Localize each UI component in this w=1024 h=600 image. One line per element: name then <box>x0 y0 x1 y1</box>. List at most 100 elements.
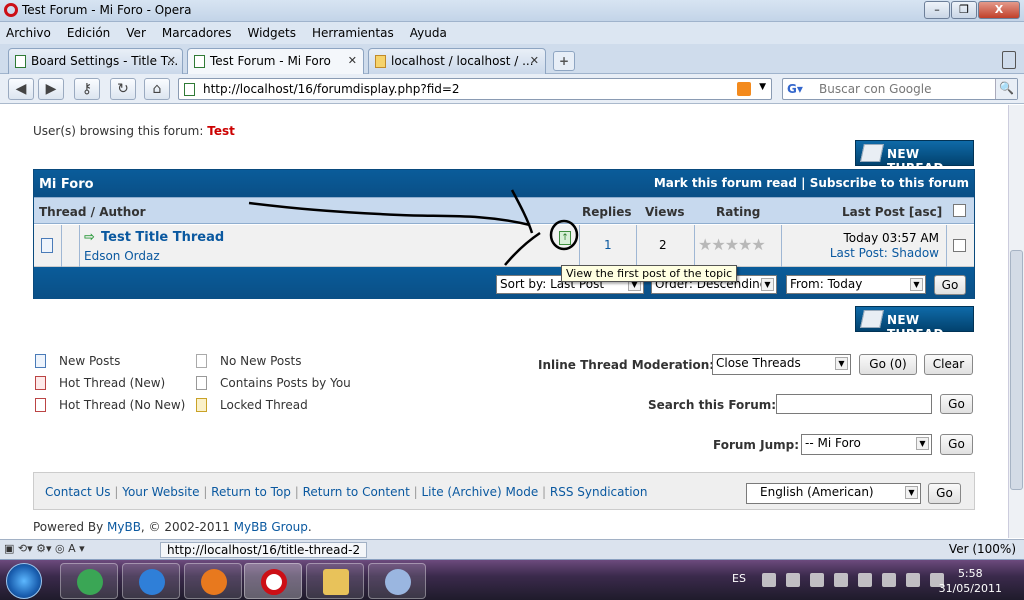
tray-icon[interactable] <box>810 573 824 587</box>
maximize-button[interactable]: ❐ <box>951 1 977 19</box>
tray-icon[interactable] <box>786 573 800 587</box>
taskbar-opera[interactable] <box>244 563 302 599</box>
zoom-control[interactable]: Ver (100%) <box>949 542 1016 556</box>
language-go-button[interactable]: Go <box>928 483 961 504</box>
moderation-select[interactable]: Close Threads ▼ <box>712 354 851 375</box>
back-button[interactable]: ◀ <box>8 78 34 100</box>
chevron-down-icon: ▼ <box>835 357 848 370</box>
close-window-button[interactable]: X <box>978 1 1020 19</box>
rss-syndication-link[interactable]: RSS Syndication <box>550 485 648 499</box>
tab-test-forum[interactable]: Test Forum - Mi Foro ✕ <box>187 48 364 74</box>
chevron-down-icon[interactable]: ▼ <box>759 82 766 92</box>
last-post-user-link[interactable]: Shadow <box>892 246 939 260</box>
thread-author-link[interactable]: Edson Ordaz <box>84 249 160 263</box>
chevron-down-icon: ▼ <box>761 278 774 291</box>
clock[interactable]: 5:58 31/05/2011 <box>939 566 1002 596</box>
menu-ver[interactable]: Ver <box>126 26 146 40</box>
language-select[interactable]: English (American) ▼ <box>746 483 921 504</box>
browsing-label: User(s) browsing this forum: <box>33 124 204 138</box>
tray-icons[interactable] <box>762 573 954 587</box>
taskbar-explorer[interactable] <box>306 563 364 599</box>
col-rating[interactable]: Rating <box>716 205 760 219</box>
legend-label: Hot Thread (No New) <box>59 398 186 412</box>
view-first-post-icon[interactable]: ↑ <box>559 231 571 245</box>
taskbar-paint[interactable] <box>368 563 426 599</box>
forum-header: Mi Foro Mark this forum read | Subscribe… <box>34 170 974 197</box>
col-thread-author[interactable]: Thread / Author <box>39 205 145 219</box>
volume-icon[interactable] <box>858 573 872 587</box>
status-toolbar-icons[interactable]: ▣ ⟲▾ ⚙▾ ◎ A ▾ <box>4 542 85 555</box>
forum-jump-select[interactable]: -- Mi Foro ▼ <box>801 434 932 455</box>
taskbar-messenger[interactable] <box>60 563 118 599</box>
return-to-content-link[interactable]: Return to Content <box>303 485 410 499</box>
new-tab-button[interactable]: + <box>553 51 575 71</box>
tab-phpmyadmin[interactable]: localhost / localhost / ... ✕ <box>368 48 546 74</box>
new-thread-button-bottom[interactable]: NEW THREAD <box>855 306 974 341</box>
col-views[interactable]: Views <box>645 205 685 219</box>
tray-icon[interactable] <box>834 573 848 587</box>
mybb-link[interactable]: MyBB <box>107 520 141 534</box>
network-icon[interactable] <box>906 573 920 587</box>
language-indicator[interactable]: ES <box>732 572 746 585</box>
address-field[interactable]: http://localhost/16/forumdisplay.php?fid… <box>178 78 772 100</box>
menu-edicion[interactable]: Edición <box>67 26 110 40</box>
taskbar-internet-explorer[interactable] <box>122 563 180 599</box>
clear-button[interactable]: Clear <box>924 354 973 375</box>
menu-herramientas[interactable]: Herramientas <box>312 26 394 40</box>
your-website-link[interactable]: Your Website <box>122 485 199 499</box>
new-thread-button[interactable]: NEW THREAD <box>855 140 974 175</box>
tab-board-settings[interactable]: Board Settings - Title T... ✕ <box>8 48 183 74</box>
replies-count[interactable]: 1 <box>604 238 612 252</box>
clock-time: 5:58 <box>957 567 983 580</box>
mybb-group-link[interactable]: MyBB Group <box>234 520 308 534</box>
trash-icon[interactable] <box>1002 51 1016 69</box>
clock-date: 31/05/2011 <box>938 582 1002 595</box>
minimize-button[interactable]: – <box>924 1 950 19</box>
legend-contains-posts: Contains Posts by You <box>196 376 351 390</box>
menu-widgets[interactable]: Widgets <box>247 26 296 40</box>
contact-us-link[interactable]: Contact Us <box>45 485 111 499</box>
search-forum-input[interactable] <box>776 394 932 414</box>
tab-close-icon[interactable]: ✕ <box>167 54 176 67</box>
rss-icon[interactable] <box>737 82 751 96</box>
sort-go-button[interactable]: Go <box>934 275 966 295</box>
col-replies[interactable]: Replies <box>582 205 631 219</box>
return-to-top-link[interactable]: Return to Top <box>211 485 291 499</box>
google-icon[interactable]: G▾ <box>787 82 803 96</box>
scrollbar-thumb[interactable] <box>1010 250 1023 490</box>
search-forum-go-button[interactable]: Go <box>940 394 973 414</box>
start-button[interactable] <box>6 563 42 599</box>
legend-label: Hot Thread (New) <box>59 376 166 390</box>
reload-button[interactable]: ↻ <box>110 78 136 100</box>
vertical-scrollbar[interactable] <box>1008 105 1024 538</box>
lite-archive-link[interactable]: Lite (Archive) Mode <box>422 485 539 499</box>
menu-archivo[interactable]: Archivo <box>6 26 51 40</box>
from-select[interactable]: From: Today ▼ <box>786 275 926 294</box>
last-post-link[interactable]: Last Post: <box>830 246 888 260</box>
thread-select-checkbox[interactable] <box>953 239 966 252</box>
goto-first-unread-icon[interactable]: ⇨ <box>84 230 95 245</box>
taskbar-firefox[interactable] <box>184 563 242 599</box>
forum-header-links[interactable]: Mark this forum read | Subscribe to this… <box>654 176 969 190</box>
moderation-go-button[interactable]: Go (0) <box>859 354 917 375</box>
menu-marcadores[interactable]: Marcadores <box>162 26 232 40</box>
home-button[interactable]: ⌂ <box>144 78 170 100</box>
pencil-icon <box>860 144 884 162</box>
flag-icon[interactable] <box>882 573 896 587</box>
key-icon[interactable]: ⚷ <box>74 78 100 100</box>
tray-icon[interactable] <box>762 573 776 587</box>
rating-stars[interactable]: ★★★★★ <box>698 235 766 254</box>
tab-close-icon[interactable]: ✕ <box>348 54 357 67</box>
col-lastpost[interactable]: Last Post [asc] <box>842 205 942 219</box>
legend-locked-thread: Locked Thread <box>196 398 308 412</box>
tab-close-icon[interactable]: ✕ <box>530 54 539 67</box>
search-icon[interactable]: 🔍 <box>995 79 1017 99</box>
menu-ayuda[interactable]: Ayuda <box>410 26 447 40</box>
thread-title-link[interactable]: Test Title Thread <box>101 230 224 245</box>
forum-jump-go-button[interactable]: Go <box>940 434 973 455</box>
moderation-label: Inline Thread Moderation: <box>538 358 715 372</box>
select-all-checkbox[interactable] <box>953 204 966 217</box>
browsing-user-link[interactable]: Test <box>207 124 235 138</box>
forward-button[interactable]: ▶ <box>38 78 64 100</box>
search-field[interactable]: G▾ Buscar con Google 🔍 <box>782 78 1018 100</box>
